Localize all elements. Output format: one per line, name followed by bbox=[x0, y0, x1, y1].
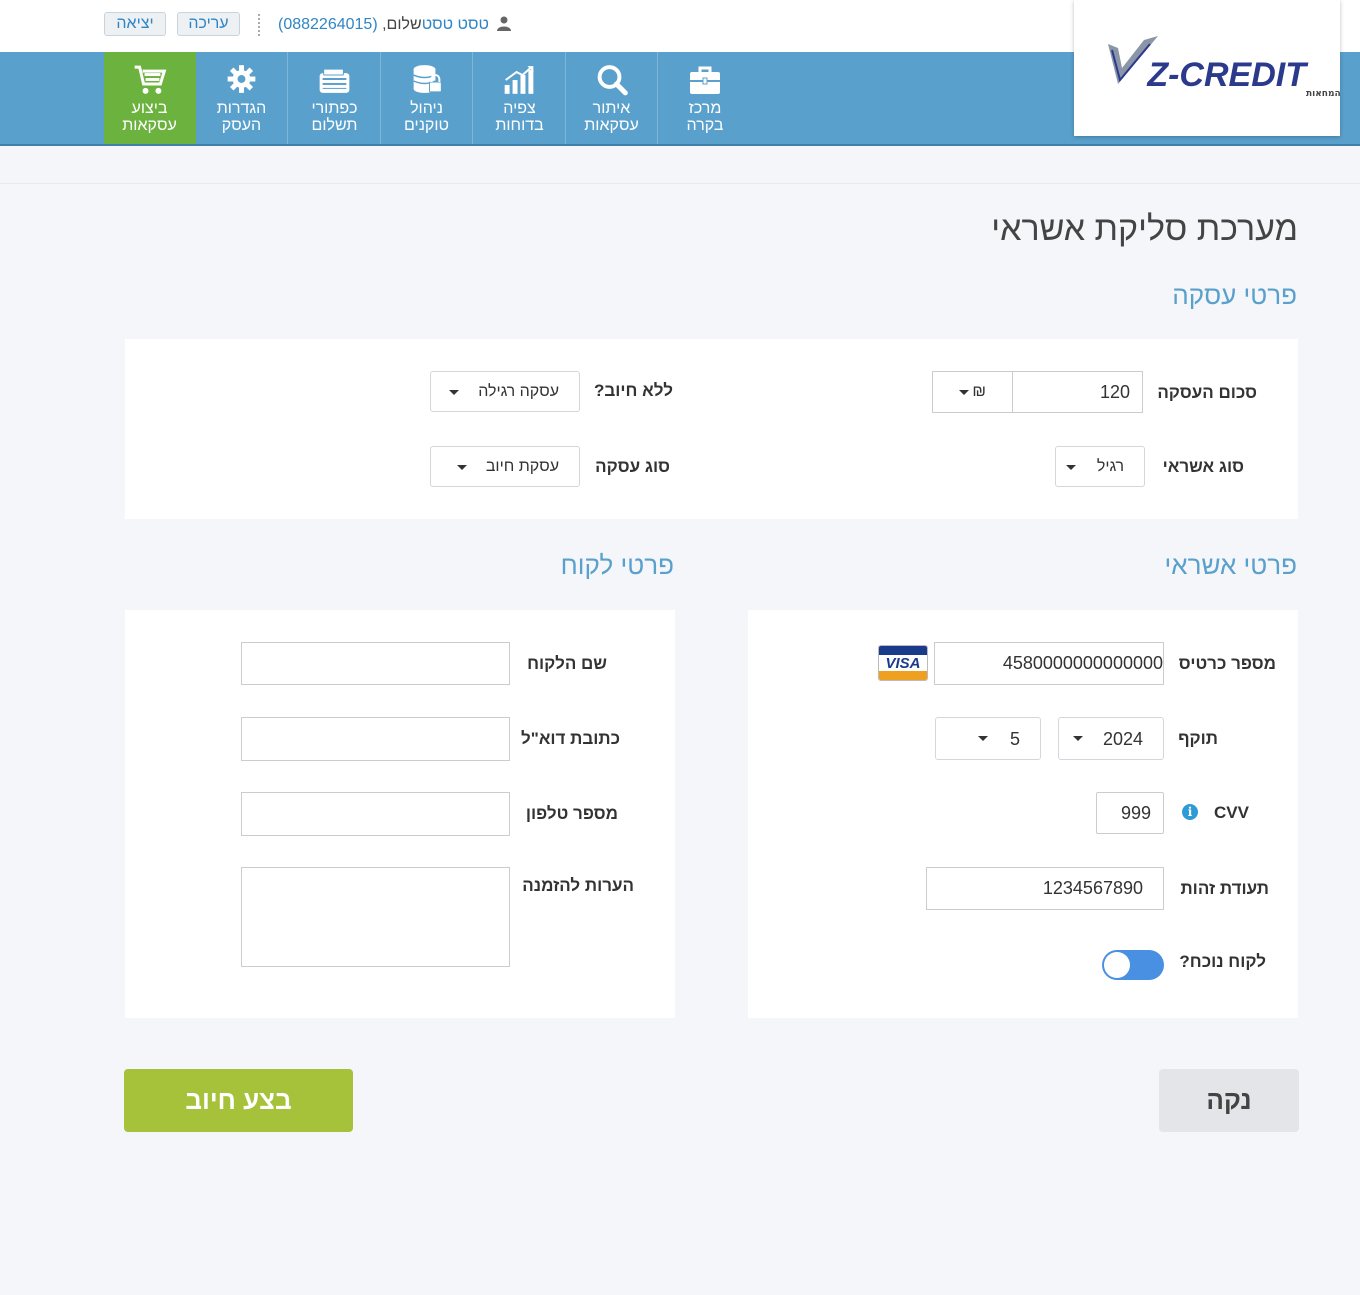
charge-button[interactable]: בצע חיוב bbox=[124, 1069, 353, 1132]
credit-type-value: רגיל bbox=[1096, 458, 1124, 475]
customer-present-label: לקוח נוכח? bbox=[1179, 952, 1266, 971]
nav-label-line1: מרכז bbox=[688, 100, 722, 117]
customer-present-toggle[interactable] bbox=[1102, 950, 1164, 980]
nav-label-line2: בקרה bbox=[686, 117, 724, 134]
logo-mark: Z-CREDIT סליקת אשראי והכנסת המחאות bbox=[1108, 36, 1360, 99]
chevron-down-icon bbox=[1066, 465, 1076, 470]
greeting-prefix: שלום, bbox=[382, 16, 422, 33]
customer-section-title: פרטי לקוח bbox=[560, 550, 674, 580]
deal-type-select[interactable]: עסקת חיוב bbox=[430, 446, 580, 487]
deal-type-value: עסקת חיוב bbox=[485, 458, 559, 475]
page-title: מערכת סליקת אשראי bbox=[991, 210, 1298, 248]
email-input[interactable] bbox=[241, 717, 510, 761]
no-charge-select[interactable]: עסקה רגילה bbox=[430, 371, 580, 412]
chevron-down-icon bbox=[978, 736, 988, 741]
user-name: טסט טסט bbox=[421, 16, 489, 33]
chevron-down-icon bbox=[959, 390, 969, 395]
search-icon bbox=[597, 65, 628, 96]
user-greeting: (0882264015) טסט טסטשלום, bbox=[278, 16, 512, 34]
card-number-label: מספר כרטיס bbox=[1178, 654, 1276, 673]
logo-tagline: סליקת אשראי והכנסת המחאות bbox=[1306, 89, 1340, 99]
nav-item-transactions[interactable]: ביצוע עסקאות bbox=[104, 52, 196, 144]
nav-item-business-settings[interactable]: הגדרות העסק bbox=[196, 52, 288, 144]
bar-chart-icon bbox=[504, 66, 534, 94]
nav-item-find-transactions[interactable]: איתור עסקאות bbox=[566, 52, 658, 144]
no-charge-label: ללא חיוב? bbox=[593, 381, 673, 400]
credit-section-title: פרטי אשראי bbox=[1164, 550, 1297, 580]
amount-label: סכום העסקה bbox=[1157, 383, 1257, 402]
divider bbox=[258, 14, 260, 36]
nav-item-reports[interactable]: צפיה בדוחות bbox=[474, 52, 566, 144]
edit-profile-button[interactable]: עריכה bbox=[177, 12, 240, 36]
logo-brand-text: Z-CREDIT bbox=[1146, 56, 1309, 94]
nav-label-line2: עסקאות bbox=[122, 117, 177, 134]
order-notes-textarea[interactable] bbox=[241, 867, 510, 967]
nav-label-line1: כפתורי bbox=[311, 100, 358, 117]
id-number-input[interactable]: 1234567890 bbox=[926, 867, 1164, 910]
order-notes-label: הערות להזמנה bbox=[522, 876, 634, 895]
info-icon[interactable]: i bbox=[1182, 804, 1198, 820]
shopping-cart-icon bbox=[134, 65, 167, 94]
wallet-icon bbox=[319, 68, 350, 93]
nav-label-line1: ביצוע bbox=[131, 100, 168, 117]
transaction-panel bbox=[125, 339, 1298, 519]
expiry-month-select[interactable]: 5 bbox=[935, 717, 1041, 760]
zcredit-logo[interactable]: Z-CREDIT סליקת אשראי והכנסת המחאות bbox=[1074, 0, 1360, 136]
card-brand: VISA bbox=[885, 655, 921, 672]
id-number-label: תעודת זהות bbox=[1180, 879, 1269, 898]
clear-button[interactable]: נקה bbox=[1159, 1069, 1299, 1132]
phone-input[interactable] bbox=[241, 792, 510, 836]
expiry-month-value: 5 bbox=[1009, 729, 1020, 749]
chevron-down-icon bbox=[1073, 736, 1083, 741]
nav-label-line1: הגדרות bbox=[216, 100, 267, 117]
email-label: כתובת דוא"ל bbox=[521, 729, 620, 748]
nav-label-line1: ניהול bbox=[410, 100, 443, 117]
nav-label-line2: טוקנים bbox=[404, 117, 449, 134]
expiry-label: תוקף bbox=[1178, 729, 1218, 748]
nav-label-line1: איתור bbox=[592, 100, 631, 117]
expiry-year-value: 2024 bbox=[1102, 729, 1143, 749]
chevron-down-icon bbox=[457, 465, 467, 470]
nav-label-line1: צפיה bbox=[503, 100, 536, 117]
divider bbox=[0, 183, 1360, 184]
deal-type-label: סוג עסקה bbox=[595, 457, 670, 476]
visa-card-icon: VISA bbox=[878, 645, 928, 681]
nav-label-line2: תשלום bbox=[311, 117, 358, 134]
phone-label: מספר טלפון bbox=[525, 804, 618, 823]
nav-item-payment-buttons[interactable]: כפתורי תשלום bbox=[289, 52, 381, 144]
database-lock-icon bbox=[413, 65, 442, 93]
briefcase-icon bbox=[690, 66, 720, 94]
currency-select[interactable]: ₪ bbox=[932, 371, 1013, 413]
gear-icon bbox=[227, 65, 256, 93]
nav-label-line2: בדוחות bbox=[495, 117, 544, 134]
user-id: (0882264015) bbox=[278, 16, 378, 33]
nav-item-control-center[interactable]: מרכז בקרה bbox=[659, 52, 751, 144]
card-number-input[interactable]: 4580000000000000 bbox=[934, 642, 1164, 685]
logout-button[interactable]: יציאה bbox=[104, 12, 166, 36]
nav-label-line2: העסק bbox=[221, 117, 262, 134]
toggle-knob bbox=[1104, 952, 1130, 978]
no-charge-value: עסקה רגילה bbox=[478, 383, 559, 400]
cvv-label: CVV bbox=[1214, 803, 1249, 822]
credit-type-select[interactable]: רגיל bbox=[1055, 446, 1145, 487]
currency-value: ₪ bbox=[972, 383, 986, 400]
amount-input[interactable]: 120 bbox=[1012, 371, 1143, 413]
nav-label-line2: עסקאות bbox=[584, 117, 639, 134]
cvv-input[interactable]: 999 bbox=[1096, 792, 1164, 834]
credit-type-label: סוג אשראי bbox=[1162, 457, 1244, 476]
chevron-down-icon bbox=[449, 390, 459, 395]
user-icon bbox=[497, 16, 512, 31]
customer-name-input[interactable] bbox=[241, 642, 510, 685]
nav-item-tokens[interactable]: ניהול טוקנים bbox=[381, 52, 473, 144]
transaction-section-title: פרטי עסקה bbox=[1172, 280, 1297, 310]
customer-name-label: שם הלקוח bbox=[527, 654, 607, 673]
expiry-year-select[interactable]: 2024 bbox=[1058, 717, 1164, 760]
